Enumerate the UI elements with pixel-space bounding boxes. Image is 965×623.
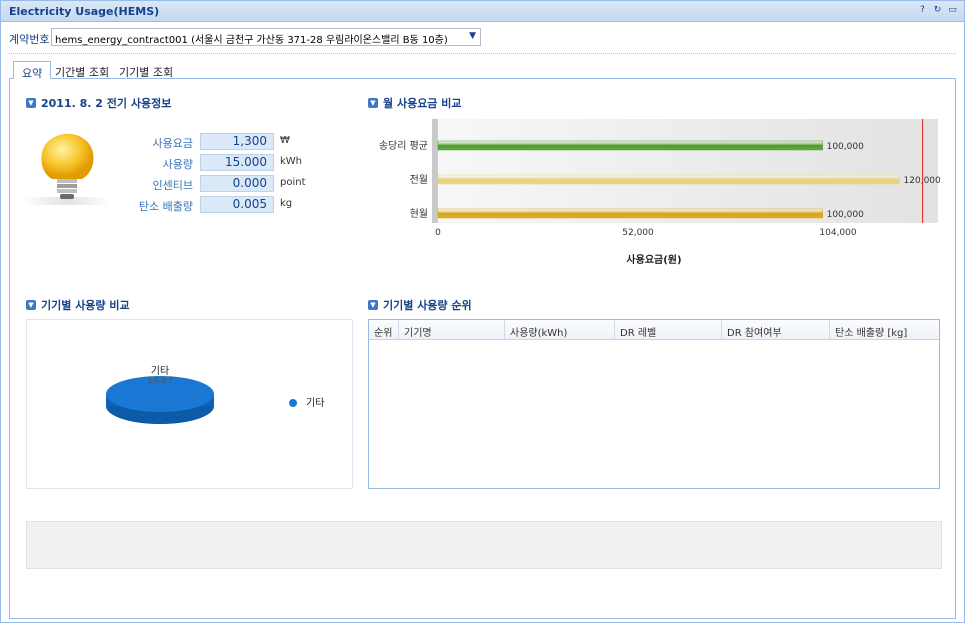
bar-2 bbox=[437, 208, 823, 219]
fee-unit: ₩ bbox=[280, 135, 290, 146]
usage-info-header: ▼ 2011. 8. 2 전기 사용정보 bbox=[26, 95, 171, 111]
device-pie-box: 기타 14.07 기타 bbox=[26, 319, 353, 489]
hems-panel: Electricity Usage(HEMS) ? ↻ ▭ 계약번호 hems_… bbox=[0, 0, 965, 623]
x-tick-label-0: 0 bbox=[435, 228, 441, 238]
summary-body: ▼ 2011. 8. 2 전기 사용정보 사용요금 1,300 ₩ 사용량 15… bbox=[9, 79, 956, 619]
carbon-unit: kg bbox=[280, 198, 293, 209]
footer-area bbox=[26, 521, 942, 569]
data-label-2: 100,000 bbox=[827, 210, 864, 220]
legend-marker-0 bbox=[289, 399, 297, 407]
data-label-0: 100,000 bbox=[827, 142, 864, 152]
monthly-compare-header: ▼ 월 사용요금 비교 bbox=[368, 95, 462, 111]
tab-summary[interactable]: 요약 bbox=[13, 61, 52, 80]
column-dr-participation[interactable]: DR 참여여부 bbox=[722, 320, 830, 339]
x-tick-label-2: 104,000 bbox=[819, 228, 856, 238]
carbon-label: 탄소 배출량 bbox=[138, 200, 193, 213]
collapse-icon[interactable]: ▼ bbox=[26, 98, 36, 108]
tab-device[interactable]: 기기별 조회 bbox=[111, 61, 181, 79]
bar-0 bbox=[437, 140, 823, 151]
fee-label: 사용요금 bbox=[152, 137, 193, 150]
contract-toolbar: 계약번호 hems_energy_contract001 (서울시 금천구 가산… bbox=[1, 23, 964, 53]
column-carbon[interactable]: 탄소 배출량 [kg] bbox=[830, 320, 939, 339]
incentive-label: 인센티브 bbox=[152, 179, 193, 192]
device-rank-table: 순위 기기명 사용량(kWh) DR 레벨 DR 참여여부 탄소 배출량 [kg… bbox=[368, 319, 940, 489]
divider bbox=[9, 53, 956, 54]
window-title: Electricity Usage(HEMS) bbox=[9, 5, 160, 18]
monthly-compare-title: 월 사용요금 비교 bbox=[383, 97, 462, 110]
tab-bar: 요약 기간별 조회 기기별 조회 bbox=[9, 59, 956, 80]
device-compare-title: 기기별 사용량 비교 bbox=[41, 299, 130, 312]
contract-select[interactable]: hems_energy_contract001 (서울시 금천구 가산동 371… bbox=[51, 28, 481, 46]
fee-value: 1,300 bbox=[200, 133, 274, 150]
column-dr-level[interactable]: DR 레벨 bbox=[615, 320, 722, 339]
collapse-icon[interactable]: ▼ bbox=[368, 300, 378, 310]
carbon-value: 0.005 bbox=[200, 196, 274, 213]
contract-select-value: hems_energy_contract001 (서울시 금천구 가산동 371… bbox=[55, 35, 448, 46]
legend-label-0: 기타 bbox=[306, 397, 324, 409]
plot-side-wall bbox=[432, 119, 438, 223]
category-label-0: 송당리 평균 bbox=[379, 140, 428, 152]
x-tick-label-1: 52,000 bbox=[622, 228, 654, 238]
plot-area bbox=[438, 119, 938, 223]
title-bar: Electricity Usage(HEMS) ? ↻ ▭ bbox=[1, 1, 964, 22]
device-rank-title: 기기별 사용량 순위 bbox=[383, 299, 472, 312]
category-label-2: 현월 bbox=[410, 208, 428, 220]
usage-unit: kWh bbox=[280, 156, 303, 167]
usage-info-title: 2011. 8. 2 전기 사용정보 bbox=[41, 97, 172, 110]
refresh-icon[interactable]: ↻ bbox=[932, 5, 943, 16]
title-tools: ? ↻ ▭ bbox=[917, 5, 958, 16]
device-rank-header: ▼ 기기별 사용량 순위 bbox=[368, 297, 472, 313]
device-compare-header: ▼ 기기별 사용량 비교 bbox=[26, 297, 130, 313]
incentive-value: 0.000 bbox=[200, 175, 274, 192]
monthly-fee-chart: 송당리 평균100,000전월120,000현월100,000052,00010… bbox=[379, 119, 941, 266]
collapse-icon[interactable]: ▼ bbox=[26, 300, 36, 310]
contract-label: 계약번호 bbox=[9, 33, 50, 46]
usage-label: 사용량 bbox=[162, 158, 193, 171]
device-pie-chart: 기타14.07기타 bbox=[106, 365, 324, 424]
bar-1 bbox=[437, 174, 900, 185]
lightbulb-icon bbox=[24, 133, 110, 205]
x-axis-label: 사용요금(원) bbox=[626, 253, 681, 266]
tab-period[interactable]: 기간별 조회 bbox=[47, 61, 117, 79]
collapse-icon[interactable]: ▼ bbox=[368, 98, 378, 108]
usage-value: 15.000 bbox=[200, 154, 274, 171]
column-rank[interactable]: 순위 bbox=[369, 320, 399, 339]
table-header: 순위 기기명 사용량(kWh) DR 레벨 DR 참여여부 탄소 배출량 [kg… bbox=[369, 320, 939, 340]
maximize-icon[interactable]: ▭ bbox=[947, 5, 958, 16]
incentive-unit: point bbox=[280, 177, 306, 188]
help-icon[interactable]: ? bbox=[917, 5, 928, 16]
pie-value-label-0: 14.07 bbox=[147, 376, 173, 386]
column-device-name[interactable]: 기기명 bbox=[399, 320, 505, 339]
column-usage[interactable]: 사용량(kWh) bbox=[505, 320, 615, 339]
category-label-1: 전월 bbox=[410, 174, 428, 186]
chevron-down-icon[interactable]: ▼ bbox=[469, 31, 476, 41]
